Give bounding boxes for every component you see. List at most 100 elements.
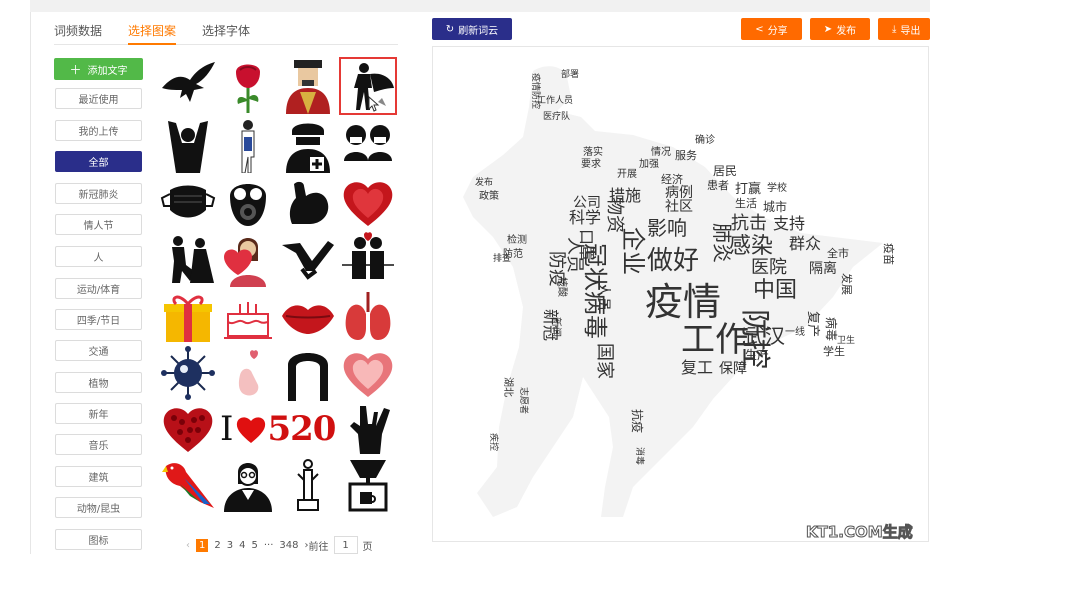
word: 全市 bbox=[827, 246, 849, 260]
emperor-icon[interactable] bbox=[280, 58, 336, 114]
word: 社区 bbox=[665, 199, 693, 215]
face-mask-icon[interactable] bbox=[160, 174, 216, 230]
export-button[interactable]: ⤓ 导出 bbox=[878, 18, 930, 40]
word: 学校 bbox=[767, 181, 787, 194]
word: 检测 bbox=[507, 233, 527, 246]
page-5[interactable]: 5 bbox=[252, 540, 258, 551]
category-item[interactable]: 动物/昆虫 bbox=[55, 497, 142, 518]
oscar-statue-icon[interactable] bbox=[280, 456, 336, 512]
flexed-arm-icon[interactable] bbox=[280, 174, 336, 230]
share-button[interactable]: < 分享 bbox=[741, 18, 802, 40]
kissing-couple-icon[interactable] bbox=[340, 231, 396, 287]
tab-select-pattern[interactable]: 选择图案 bbox=[128, 22, 176, 39]
parrot-icon[interactable] bbox=[160, 456, 216, 512]
gas-mask-icon[interactable] bbox=[220, 174, 276, 230]
word: 核酸 bbox=[556, 277, 569, 297]
category-item[interactable]: 运动/体育 bbox=[55, 278, 142, 299]
i-love-520-icon[interactable]: I 520 bbox=[220, 402, 342, 456]
word: 保障 bbox=[719, 361, 747, 377]
tab-select-font[interactable]: 选择字体 bbox=[202, 22, 250, 39]
word: 学生 bbox=[823, 344, 845, 358]
category-item[interactable]: 我的上传 bbox=[55, 120, 142, 141]
rock-hand-icon[interactable] bbox=[340, 400, 396, 456]
category-item[interactable]: 植物 bbox=[55, 372, 142, 393]
top-strip bbox=[30, 0, 930, 12]
word: 生活 bbox=[735, 196, 757, 210]
category-item[interactable]: 新冠肺炎 bbox=[55, 183, 142, 204]
tab-word-frequency[interactable]: 词频数据 bbox=[54, 22, 102, 39]
page-4[interactable]: 4 bbox=[239, 540, 245, 551]
word: 企业 bbox=[619, 227, 647, 275]
category-item[interactable]: 四季/节日 bbox=[55, 309, 142, 330]
word: 居民 bbox=[713, 164, 737, 178]
page-1[interactable]: 1 bbox=[196, 538, 209, 552]
word: 发展 bbox=[840, 273, 854, 295]
jobs-portrait-icon[interactable] bbox=[220, 456, 276, 512]
nurse-icon[interactable] bbox=[280, 117, 336, 173]
add-text-button[interactable]: ＋ 添加文字 bbox=[54, 58, 143, 80]
rose-icon[interactable] bbox=[220, 58, 276, 114]
word: 复工 bbox=[681, 358, 713, 377]
goto-page-input[interactable]: 1 bbox=[333, 536, 358, 554]
category-item[interactable]: 新年 bbox=[55, 403, 142, 424]
refresh-icon: ↻ bbox=[445, 23, 455, 35]
watermark: KT1.COM生成 bbox=[806, 523, 914, 542]
word: 做好 bbox=[647, 246, 699, 276]
word: 湖北 bbox=[502, 377, 514, 397]
word: 经济 bbox=[661, 172, 683, 186]
masked-couple-icon[interactable] bbox=[340, 117, 396, 173]
word: 落实 bbox=[583, 145, 603, 158]
doctor-icon[interactable] bbox=[220, 117, 276, 173]
word: 抗疫 bbox=[630, 409, 645, 433]
word: 患者 bbox=[707, 179, 729, 192]
page-2[interactable]: 2 bbox=[214, 540, 220, 551]
publish-label: 发布 bbox=[836, 25, 857, 37]
word: 消毒 bbox=[634, 447, 646, 465]
category-item[interactable]: 音乐 bbox=[55, 434, 142, 455]
prev-page-icon[interactable]: ‹ bbox=[186, 540, 190, 551]
word: 国家 bbox=[594, 343, 615, 379]
refresh-label: 刷新词云 bbox=[458, 25, 499, 37]
category-item[interactable]: 交通 bbox=[55, 340, 142, 361]
proposal-icon[interactable] bbox=[160, 231, 216, 287]
birthday-cake-icon[interactable] bbox=[220, 288, 276, 344]
publish-button[interactable]: ➤ 发布 bbox=[810, 18, 870, 40]
hug-couple-icon[interactable] bbox=[280, 345, 336, 401]
pink-heart-icon[interactable] bbox=[340, 345, 396, 401]
lungs-icon[interactable] bbox=[340, 288, 396, 344]
category-item[interactable]: 图标 bbox=[55, 529, 142, 550]
refresh-wordcloud-button[interactable]: ↻ 刷新词云 bbox=[432, 18, 512, 40]
word: 措施 bbox=[609, 186, 641, 205]
page-last[interactable]: 348 bbox=[279, 540, 298, 551]
goto-suffix: 页 bbox=[362, 541, 373, 553]
virus-icon[interactable] bbox=[160, 345, 216, 401]
category-item[interactable]: 全部 bbox=[55, 151, 142, 172]
mouse-cursor-icon bbox=[368, 96, 380, 112]
word: 隔离 bbox=[809, 260, 837, 277]
word: 城市 bbox=[763, 199, 787, 214]
page-3[interactable]: 3 bbox=[227, 540, 233, 551]
word: 疫情防控 bbox=[530, 73, 542, 109]
word: 打赢 bbox=[735, 181, 761, 197]
eagle-icon[interactable] bbox=[160, 58, 216, 114]
holding-hands-icon[interactable] bbox=[280, 231, 336, 287]
cheering-man-icon[interactable] bbox=[160, 117, 216, 173]
share-icon: < bbox=[755, 23, 764, 35]
word: 加强 bbox=[639, 158, 659, 170]
woman-heart-icon[interactable] bbox=[220, 231, 276, 287]
category-item[interactable]: 建筑 bbox=[55, 466, 142, 487]
finger-heart-icon[interactable] bbox=[220, 345, 276, 401]
word: 口罩 bbox=[577, 229, 596, 261]
gift-box-icon[interactable] bbox=[160, 288, 216, 344]
category-item[interactable]: 人 bbox=[55, 246, 142, 267]
rose-heart-icon[interactable] bbox=[160, 400, 216, 456]
word: 复产 bbox=[805, 311, 820, 337]
category-item[interactable]: 最近使用 bbox=[55, 88, 142, 109]
coffee-maker-icon[interactable] bbox=[340, 456, 396, 512]
page-ellipsis[interactable]: ··· bbox=[264, 540, 274, 551]
category-item[interactable]: 情人节 bbox=[55, 214, 142, 235]
word: 疫苗 bbox=[882, 243, 896, 265]
lips-icon[interactable] bbox=[280, 288, 336, 344]
red-heart-icon[interactable] bbox=[340, 174, 396, 230]
word: 服务 bbox=[675, 149, 697, 162]
